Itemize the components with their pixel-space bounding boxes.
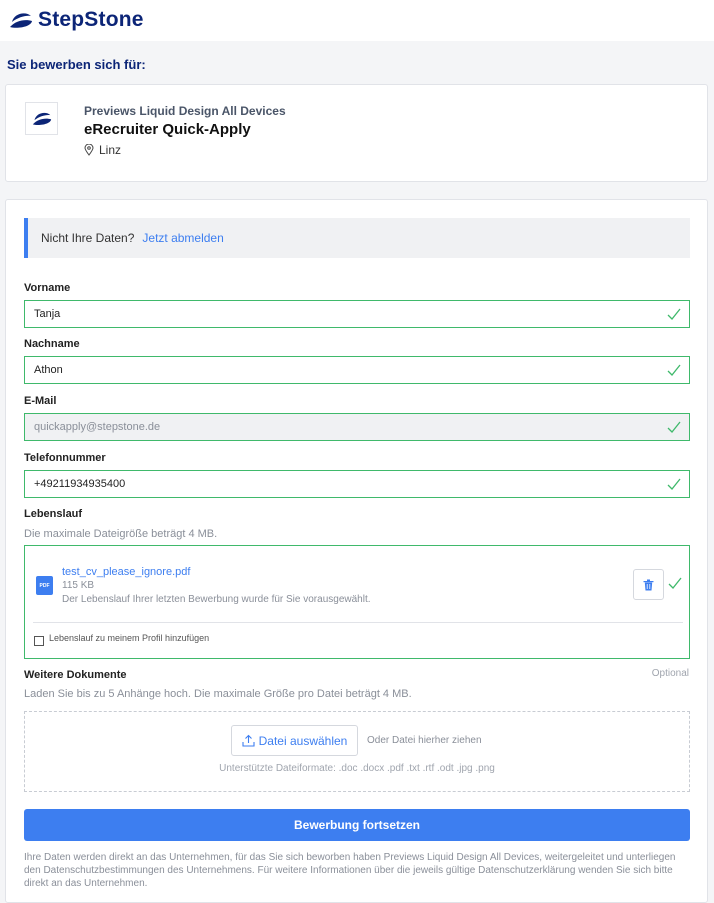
location-pin-icon (84, 144, 94, 156)
upload-icon (242, 734, 255, 747)
valid-check-icon (667, 421, 681, 433)
choose-file-button[interactable]: Datei auswählen (231, 725, 358, 756)
valid-check-icon (668, 577, 682, 589)
stepstone-logo-icon (10, 13, 32, 28)
cv-label: Lebenslauf (24, 508, 83, 520)
documents-label: Weitere Dokumente (24, 669, 127, 681)
continue-application-label: Bewerbung fortsetzen (293, 818, 420, 832)
phone-field[interactable]: +49211934935400 (24, 470, 690, 498)
top-bar: StepStone (0, 0, 714, 41)
job-title: eRecruiter Quick-Apply (84, 121, 251, 138)
supported-formats: Unterstützte Dateiformate: .doc .docx .p… (219, 763, 495, 774)
first-name-field[interactable]: Tanja (24, 300, 690, 328)
brand-name: StepStone (38, 8, 144, 31)
cv-file-link[interactable]: test_cv_please_ignore.pdf (62, 566, 190, 578)
choose-file-label: Datei auswählen (258, 733, 348, 748)
cv-preselected-note: Der Lebenslauf Ihrer letzten Bewerbung w… (62, 594, 371, 605)
valid-check-icon (667, 308, 681, 320)
privacy-note: Ihre Daten werden direkt an das Unterneh… (24, 852, 676, 889)
cv-hint: Die maximale Dateigröße beträgt 4 MB. (24, 528, 218, 540)
stepstone-logo[interactable]: StepStone (9, 8, 144, 32)
email-label: E-Mail (24, 395, 57, 407)
email-field: quickapply@stepstone.de (24, 413, 690, 441)
email-value: quickapply@stepstone.de (34, 421, 161, 433)
job-card: Previews Liquid Design All Devices eRecr… (5, 84, 708, 182)
trash-icon (643, 579, 654, 590)
valid-check-icon (667, 364, 681, 376)
logged-in-notice: Nicht Ihre Daten? Jetzt abmelden (24, 218, 690, 258)
first-name-value: Tanja (34, 308, 61, 320)
phone-value: +49211934935400 (34, 478, 126, 490)
last-name-label: Nachname (24, 338, 80, 350)
company-logo-icon (32, 112, 51, 125)
application-form: Nicht Ihre Daten? Jetzt abmelden Vorname… (5, 199, 708, 903)
drop-hint: Oder Datei hierher ziehen (367, 735, 482, 746)
valid-check-icon (667, 478, 681, 490)
last-name-field[interactable]: Athon (24, 356, 690, 384)
logout-link[interactable]: Jetzt abmelden (142, 231, 223, 245)
continue-application-button[interactable]: Bewerbung fortsetzen (24, 809, 690, 841)
documents-hint: Laden Sie bis zu 5 Anhänge hoch. Die max… (24, 688, 412, 700)
optional-badge: Optional (651, 668, 689, 679)
last-name-value: Athon (34, 364, 63, 376)
company-logo (25, 102, 58, 135)
add-cv-to-profile-label: Lebenslauf zu meinem Profil hinzufügen (49, 633, 210, 643)
job-company: Previews Liquid Design All Devices (84, 104, 286, 118)
pdf-file-icon: PDF (36, 576, 53, 595)
file-dropzone[interactable]: Datei auswählen Oder Datei hierher ziehe… (24, 711, 690, 792)
cv-file-size: 115 KB (62, 580, 95, 591)
job-location-label: Linz (99, 143, 122, 157)
phone-label: Telefonnummer (24, 452, 106, 464)
notice-text: Nicht Ihre Daten? (41, 231, 135, 245)
cv-upload-box: PDF test_cv_please_ignore.pdf 115 KB Der… (24, 545, 690, 659)
divider (33, 622, 683, 623)
job-location: Linz (84, 143, 121, 157)
delete-cv-button[interactable] (633, 569, 664, 600)
add-cv-to-profile-checkbox[interactable] (34, 636, 44, 646)
first-name-label: Vorname (24, 282, 71, 294)
page-title: Sie bewerben sich für: (7, 57, 146, 72)
